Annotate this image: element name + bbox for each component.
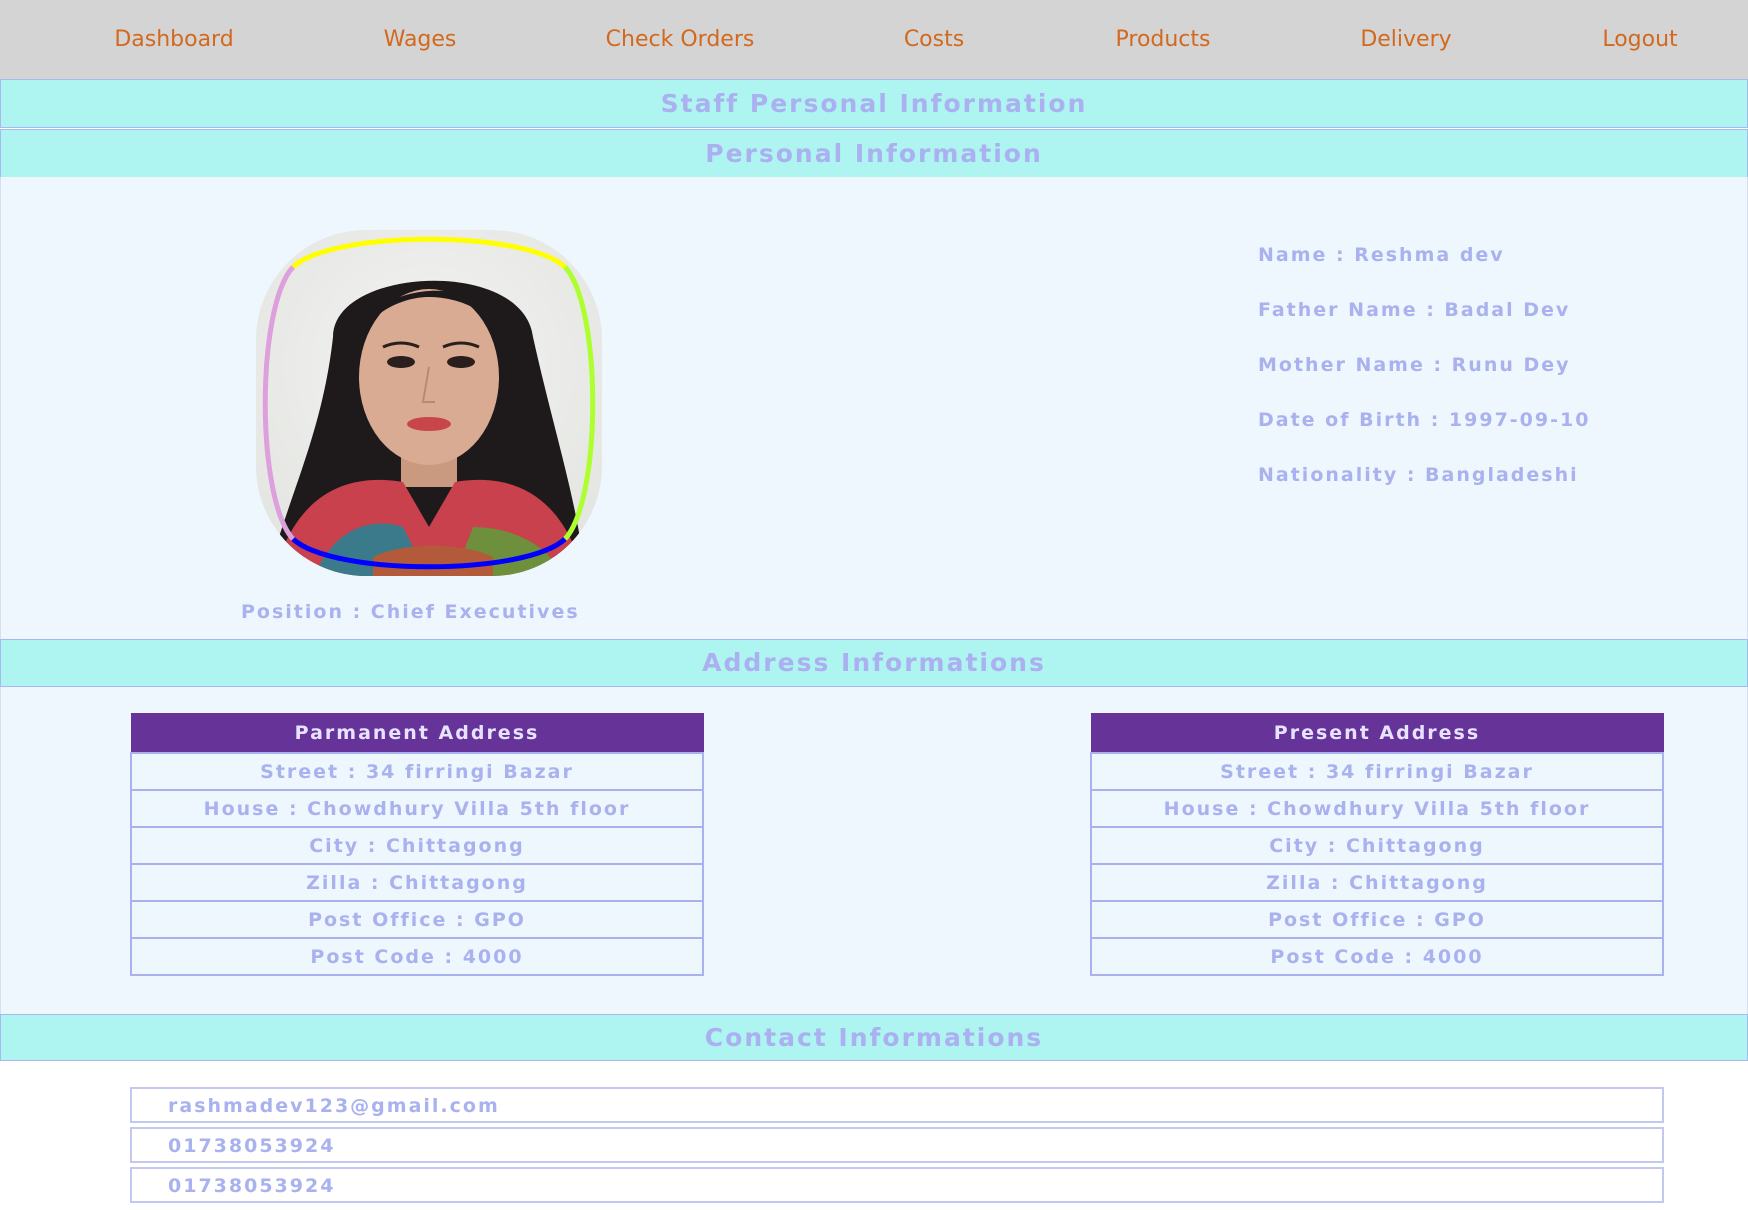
present-post-office: Post Office : GPO [1090, 900, 1664, 939]
nav-costs-link[interactable]: Costs [904, 0, 964, 79]
permanent-city: City : Chittagong [130, 826, 704, 865]
permanent-post-code: Post Code : 4000 [130, 937, 704, 976]
present-street: Street : 34 firringi Bazar [1090, 752, 1664, 791]
father-name: Father Name : Badal Dev [1258, 299, 1571, 321]
permanent-address-table: Parmanent Address Street : 34 firringi B… [130, 713, 704, 976]
staff-photo [253, 227, 605, 579]
staff-photo-image [256, 230, 602, 576]
contact-info-heading: Contact Informations [0, 1014, 1748, 1061]
contact-phone-row: 01738053924 [130, 1167, 1664, 1203]
present-city: City : Chittagong [1090, 826, 1664, 865]
contact-email: rashmadev123@gmail.com [168, 1095, 500, 1117]
present-zilla: Zilla : Chittagong [1090, 863, 1664, 902]
permanent-zilla: Zilla : Chittagong [130, 863, 704, 902]
personal-info-heading: Personal Information [0, 129, 1748, 178]
contact-email-row: rashmadev123@gmail.com [130, 1087, 1664, 1123]
present-address-table: Present Address Street : 34 firringi Baz… [1090, 713, 1664, 976]
contact-phone-2: 01738053924 [168, 1175, 336, 1197]
present-house: House : Chowdhury Villa 5th floor [1090, 789, 1664, 828]
permanent-street: Street : 34 firringi Bazar [130, 752, 704, 791]
nav-wages-link[interactable]: Wages [384, 0, 457, 79]
nav-products-link[interactable]: Products [1116, 0, 1211, 79]
staff-name: Name : Reshma dev [1258, 244, 1505, 266]
permanent-post-office: Post Office : GPO [130, 900, 704, 939]
date-of-birth: Date of Birth : 1997-09-10 [1258, 409, 1591, 431]
nav-check-orders-link[interactable]: Check Orders [606, 0, 755, 79]
address-info-heading: Address Informations [0, 639, 1748, 687]
nav-dashboard-link[interactable]: Dashboard [114, 0, 233, 79]
permanent-house: House : Chowdhury Villa 5th floor [130, 789, 704, 828]
present-post-code: Post Code : 4000 [1090, 937, 1664, 976]
page-title: Staff Personal Information [0, 79, 1748, 128]
contact-phone-1: 01738053924 [168, 1135, 336, 1157]
nav-logout-link[interactable]: Logout [1602, 0, 1677, 79]
top-nav-bar: Dashboard Wages Check Orders Costs Produ… [0, 0, 1748, 79]
nationality: Nationality : Bangladeshi [1258, 464, 1579, 486]
mother-name: Mother Name : Runu Dey [1258, 354, 1571, 376]
staff-position: Position : Chief Executives [241, 601, 580, 623]
contact-phone-row: 01738053924 [130, 1127, 1664, 1163]
permanent-address-title: Parmanent Address [130, 713, 704, 754]
nav-delivery-link[interactable]: Delivery [1360, 0, 1451, 79]
present-address-title: Present Address [1090, 713, 1664, 754]
